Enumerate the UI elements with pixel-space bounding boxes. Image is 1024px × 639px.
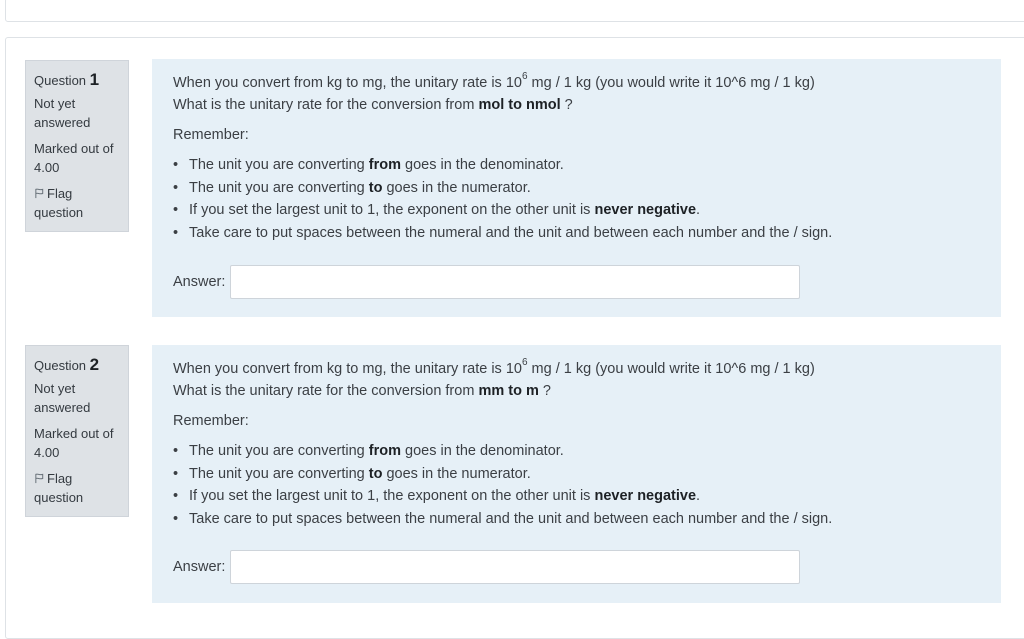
exponent: 6 [521, 71, 528, 83]
conversion-units: mm to m [478, 383, 539, 399]
answer-row: Answer: [173, 265, 801, 299]
flag-line2[interactable]: question [34, 490, 83, 505]
answer-row: Answer: [173, 550, 801, 584]
list-item: The unit you are converting from goes in… [173, 154, 981, 177]
question-grade: Marked out of 4.00 [34, 424, 120, 462]
text-part: If you set the largest unit to 1, the ex… [189, 488, 595, 504]
text-part: If you set the largest unit to 1, the ex… [189, 202, 595, 218]
text-part: The unit you are converting [189, 465, 369, 482]
state-line1: Not yet [34, 381, 76, 396]
question-text-line1: When you convert from kg to mg, the unit… [173, 358, 981, 380]
answer-label: Answer: [173, 559, 226, 575]
question-state: Not yet answered [34, 94, 120, 132]
previous-section-box [5, 0, 1024, 22]
question-text-line1: When you convert from kg to mg, the unit… [173, 72, 981, 94]
text-part: goes in the numerator. [382, 465, 531, 482]
text-part: The unit you are converting [189, 157, 369, 173]
flag-question-link[interactable]: Flag question [34, 184, 120, 222]
question-info-panel: Question 1 Not yet answered Marked out of… [25, 60, 129, 232]
grade-line1: Marked out of [34, 141, 114, 156]
flag-line2[interactable]: question [34, 205, 83, 220]
flag-question-link[interactable]: Flag question [34, 469, 120, 507]
exponent: 6 [521, 357, 528, 369]
flag-line1[interactable]: Flag [47, 471, 72, 486]
text-bold: from [368, 443, 401, 459]
question-state: Not yet answered [34, 379, 120, 417]
question-text-line2: What is the unitary rate for the convers… [173, 94, 981, 116]
flag-icon [35, 473, 44, 484]
list-item: If you set the largest unit to 1, the ex… [173, 485, 981, 508]
answer-input[interactable] [230, 265, 801, 299]
text-part: ? [538, 383, 551, 399]
text-bold: never negative [594, 488, 697, 504]
list-item: Take care to put spaces between the nume… [173, 508, 981, 531]
remember-heading: Remember: [173, 127, 249, 143]
flag-line1[interactable]: Flag [47, 186, 72, 201]
question-info-panel: Question 2 Not yet answered Marked out of… [25, 345, 129, 517]
instruction-list: The unit you are converting from goes in… [173, 154, 981, 244]
remember-heading: Remember: [173, 413, 249, 429]
text-part: When you convert from kg to mg, the unit… [173, 75, 522, 91]
state-line1: Not yet [34, 96, 76, 111]
text-part: goes in the numerator. [382, 179, 531, 196]
list-item: The unit you are converting from goes in… [173, 440, 981, 463]
flag-icon [35, 188, 44, 199]
text-part: . [696, 202, 701, 218]
grade-line2: 4.00 [34, 160, 60, 175]
grade-line2: 4.00 [34, 445, 60, 460]
text-part: What is the unitary rate for the convers… [173, 97, 479, 113]
question-number-value: 1 [89, 70, 100, 89]
answer-input[interactable] [230, 550, 801, 584]
grade-line1: Marked out of [34, 426, 114, 441]
text-bold: from [368, 157, 401, 173]
question-number: Question 1 [34, 70, 120, 90]
question-content: When you convert from kg to mg, the unit… [152, 59, 1001, 317]
text-part: mg / 1 kg (you would write it 10^6 mg / … [527, 75, 815, 91]
text-part: When you convert from kg to mg, the unit… [173, 361, 522, 377]
text-part: goes in the denominator. [400, 157, 564, 173]
text-part: ? [560, 97, 573, 113]
question-grade: Marked out of 4.00 [34, 139, 120, 177]
text-part: What is the unitary rate for the convers… [173, 383, 479, 399]
question-text-line2: What is the unitary rate for the convers… [173, 380, 981, 402]
text-part: mg / 1 kg (you would write it 10^6 mg / … [527, 361, 815, 377]
question-number: Question 2 [34, 355, 120, 375]
text-part: goes in the denominator. [400, 443, 564, 459]
text-bold: to [368, 465, 383, 482]
list-item: Take care to put spaces between the nume… [173, 222, 981, 245]
state-line2: answered [34, 400, 91, 415]
text-bold: to [368, 179, 383, 196]
list-item: If you set the largest unit to 1, the ex… [173, 199, 981, 222]
instruction-list: The unit you are converting from goes in… [173, 440, 981, 530]
list-item: The unit you are converting to goes in t… [173, 177, 981, 200]
question-word: Question [34, 73, 87, 88]
text-bold: never negative [594, 202, 697, 218]
conversion-units: mol to nmol [478, 97, 561, 113]
list-item: The unit you are converting to goes in t… [173, 463, 981, 486]
state-line2: answered [34, 115, 91, 130]
text-part: . [696, 488, 701, 504]
text-part: The unit you are converting [189, 179, 369, 196]
question-number-value: 2 [89, 355, 100, 374]
question-content: When you convert from kg to mg, the unit… [152, 345, 1001, 603]
answer-label: Answer: [173, 274, 226, 290]
text-part: The unit you are converting [189, 443, 369, 459]
question-word: Question [34, 358, 87, 373]
